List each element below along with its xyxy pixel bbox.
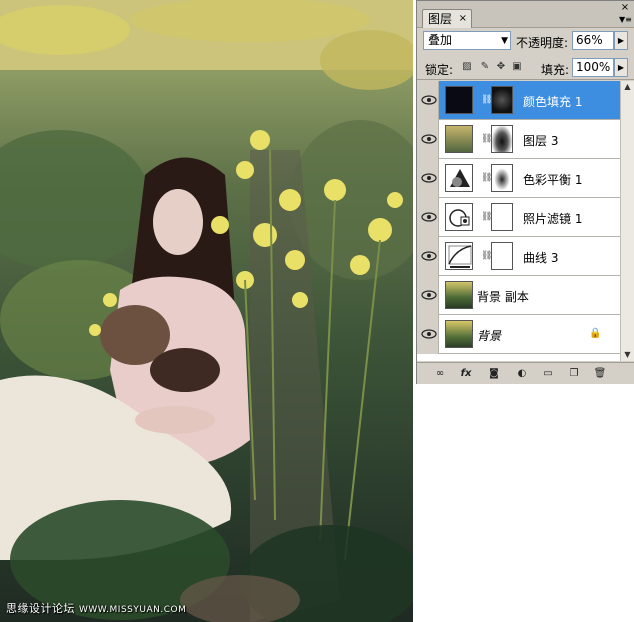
layer-name: 背景 <box>477 329 502 343</box>
blend-mode-select[interactable]: 叠加 ▼ <box>423 31 511 50</box>
eye-icon <box>421 134 437 144</box>
link-icon: ⛓ <box>481 95 493 105</box>
layer-row[interactable]: ⛓ 图层 3 <box>417 120 620 159</box>
trash-icon[interactable]: 🗑 <box>591 366 609 382</box>
eye-icon <box>421 173 437 183</box>
eye-icon <box>421 251 437 261</box>
eye-icon <box>421 212 437 222</box>
visibility-toggle[interactable] <box>417 159 439 198</box>
lock-icon: 🔒 <box>589 328 602 339</box>
link-icon: ⛓ <box>481 251 493 261</box>
tab-close-icon[interactable]: × <box>459 10 467 28</box>
layer-list: ⛓ 颜色填充 1 ⛓ 图层 3 ⛓ 色彩平衡 1 ⛓ 照片滤镜 1 ⛓ 曲线 3… <box>417 81 620 361</box>
lock-position-icon[interactable]: ✥ <box>495 61 507 73</box>
layer-row[interactable]: ⛓ 色彩平衡 1 <box>417 159 620 198</box>
layer-row[interactable]: ⛓ 颜色填充 1 <box>417 81 620 120</box>
curves-adjustment-icon <box>445 242 473 270</box>
scroll-down-icon[interactable]: ▼ <box>621 349 634 361</box>
layer-thumbnail <box>445 86 473 114</box>
lock-label: 锁定: <box>425 63 454 77</box>
layer-thumbnail <box>445 125 473 153</box>
layer-row[interactable]: ⛓ 照片滤镜 1 <box>417 198 620 237</box>
layer-name: 背景 副本 <box>477 290 529 304</box>
layer-mask-thumbnail <box>491 164 513 192</box>
lock-image-icon[interactable]: ✎ <box>479 61 491 73</box>
visibility-toggle[interactable] <box>417 276 439 315</box>
layer-row[interactable]: 背景 🔒 <box>417 315 620 354</box>
canvas-photo: 思缘设计论坛 WWW.MISSYUAN.COM <box>0 0 413 622</box>
lock-transparent-icon[interactable]: ▨ <box>461 61 473 73</box>
fx-icon[interactable]: fx <box>457 366 475 382</box>
tab-layers-label: 图层 <box>428 12 453 26</box>
visibility-toggle[interactable] <box>417 81 439 120</box>
watermark: 思缘设计论坛 WWW.MISSYUAN.COM <box>6 600 186 616</box>
watermark-text: 思缘设计论坛 <box>6 602 75 615</box>
visibility-toggle[interactable] <box>417 237 439 276</box>
panel-footer: ∞ fx ◙ ◐ ▭ ❐ 🗑 <box>417 362 634 384</box>
eye-icon <box>421 329 437 339</box>
fill-slider-button[interactable]: ▶ <box>614 58 628 77</box>
layer-list-scrollbar[interactable]: ▲ ▼ <box>620 81 634 361</box>
link-icon: ⛓ <box>481 134 493 144</box>
layer-name: 照片滤镜 1 <box>523 212 583 226</box>
photo-filter-adjustment-icon <box>445 203 473 231</box>
link-layers-icon[interactable]: ∞ <box>431 366 449 382</box>
link-icon: ⛓ <box>481 212 493 222</box>
layer-name: 图层 3 <box>523 134 559 148</box>
panel-menu-icon[interactable]: ▼≡ <box>619 15 632 25</box>
new-layer-icon[interactable]: ❐ <box>565 366 583 382</box>
layer-mask-thumbnail <box>491 203 513 231</box>
layer-thumbnail <box>445 281 473 309</box>
blend-mode-value: 叠加 <box>428 33 453 47</box>
layer-name: 色彩平衡 1 <box>523 173 583 187</box>
tab-layers[interactable]: 图层 × <box>422 9 472 28</box>
add-mask-icon[interactable]: ◙ <box>485 366 503 382</box>
group-folder-icon[interactable]: ▭ <box>539 366 557 382</box>
lock-fill-row: 锁定: ▨ ✎ ✥ ▣ 填充: 100% ▶ <box>417 55 634 80</box>
eye-icon <box>421 290 437 300</box>
lock-all-icon[interactable]: ▣ <box>511 61 523 73</box>
photo-illustration <box>0 0 413 622</box>
layer-row[interactable]: ⛓ 曲线 3 <box>417 237 620 276</box>
fill-input[interactable]: 100% <box>572 58 614 77</box>
panel-tabbar: 图层 × × ▼≡ <box>417 1 634 28</box>
layer-name: 颜色填充 1 <box>523 95 583 109</box>
scroll-up-icon[interactable]: ▲ <box>621 81 634 93</box>
layer-thumbnail <box>445 320 473 348</box>
watermark-url: WWW.MISSYUAN.COM <box>79 605 187 615</box>
visibility-toggle[interactable] <box>417 120 439 159</box>
layer-mask-thumbnail <box>491 242 513 270</box>
layer-name: 曲线 3 <box>523 251 559 265</box>
adjustment-icon[interactable]: ◐ <box>513 366 531 382</box>
color-balance-adjustment-icon <box>445 164 473 192</box>
layer-mask-thumbnail <box>491 86 513 114</box>
layer-mask-thumbnail <box>491 125 513 153</box>
chevron-down-icon: ▼ <box>501 36 508 46</box>
visibility-toggle[interactable] <box>417 315 439 354</box>
opacity-input[interactable]: 66% <box>572 31 614 50</box>
layers-panel: 图层 × × ▼≡ 叠加 ▼ 不透明度: 66% ▶ 锁定: ▨ ✎ ✥ ▣ 填… <box>416 0 634 384</box>
fill-label: 填充: <box>541 63 570 77</box>
link-icon: ⛓ <box>481 173 493 183</box>
opacity-slider-button[interactable]: ▶ <box>614 31 628 50</box>
eye-icon <box>421 95 437 105</box>
panel-close-icon[interactable]: × <box>619 2 631 14</box>
visibility-toggle[interactable] <box>417 198 439 237</box>
opacity-label: 不透明度: <box>516 36 569 50</box>
blend-opacity-row: 叠加 ▼ 不透明度: 66% ▶ <box>417 28 634 55</box>
layer-row[interactable]: 背景 副本 <box>417 276 620 315</box>
